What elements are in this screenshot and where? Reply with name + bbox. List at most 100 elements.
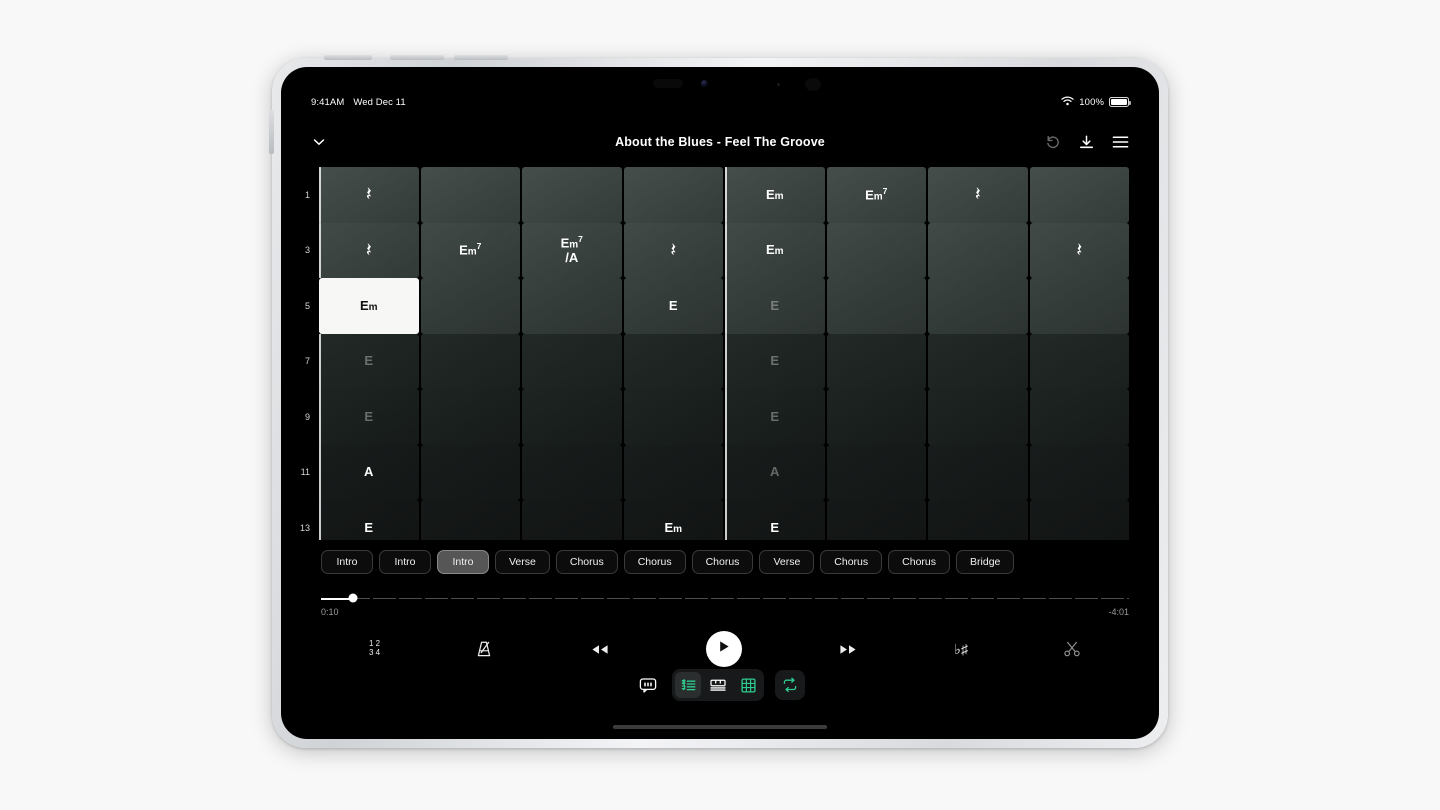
chord-cell-empty[interactable] <box>522 500 622 540</box>
section-chip[interactable]: Chorus <box>820 550 883 574</box>
chord-cell-empty[interactable] <box>928 500 1028 540</box>
chord-cell-empty[interactable] <box>1029 444 1129 500</box>
chord-cell[interactable]: 𝄽 <box>623 222 723 278</box>
chord-cell-empty[interactable] <box>928 278 1028 334</box>
download-icon[interactable] <box>1078 134 1095 151</box>
chord-cell-empty[interactable] <box>1029 500 1129 540</box>
chord-cell[interactable]: Em7 <box>826 167 926 223</box>
notation-staff-icon[interactable] <box>675 672 701 698</box>
section-chip[interactable]: Intro <box>321 550 373 574</box>
section-chip[interactable]: Verse <box>759 550 815 574</box>
rewind-icon[interactable] <box>589 642 611 657</box>
playback-scrubber[interactable]: 0:10 -4:01 <box>321 589 1129 621</box>
chord-cell-empty[interactable] <box>826 444 926 500</box>
section-chip[interactable]: Intro <box>379 550 431 574</box>
hamburger-menu-icon[interactable] <box>1112 135 1129 149</box>
count-in-icon[interactable]: 1 2 3 4 <box>369 639 380 658</box>
chord-cell[interactable]: E <box>725 389 825 445</box>
scrubber-times: 0:10 -4:01 <box>321 607 1129 617</box>
chord-cell-empty[interactable] <box>826 389 926 445</box>
chord-cell[interactable]: E <box>623 278 723 334</box>
chord-cell[interactable]: 𝄽 <box>319 222 419 278</box>
volume-down-button[interactable] <box>454 55 508 60</box>
chord-cell-empty[interactable] <box>420 278 520 334</box>
chord-cell[interactable]: E <box>725 500 825 540</box>
chord-cell[interactable]: Em <box>623 500 723 540</box>
undo-icon[interactable] <box>1045 134 1061 150</box>
chord-cell-empty[interactable] <box>1029 389 1129 445</box>
battery-percentage: 100% <box>1079 96 1104 108</box>
chord-cell-empty[interactable] <box>522 444 622 500</box>
scissors-icon[interactable] <box>1063 640 1081 658</box>
chord-cell-empty[interactable] <box>623 167 723 223</box>
section-chip[interactable]: Chorus <box>555 550 618 574</box>
chord-cell-empty[interactable] <box>928 444 1028 500</box>
chord-cell-empty[interactable] <box>1029 333 1129 389</box>
chord-cell[interactable]: E <box>319 500 419 540</box>
scrubber-handle[interactable] <box>348 593 358 603</box>
chord-cell[interactable]: 𝄽 <box>319 167 419 223</box>
chord-cell[interactable]: E <box>725 333 825 389</box>
loop-icon[interactable] <box>775 670 805 700</box>
chevron-down-icon[interactable] <box>311 134 327 150</box>
chord-cell-empty[interactable] <box>420 167 520 223</box>
section-chip[interactable]: Chorus <box>623 550 686 574</box>
chord-cell-empty[interactable] <box>1029 278 1129 334</box>
wifi-icon <box>1061 95 1074 109</box>
section-chip[interactable]: Bridge <box>956 550 1015 574</box>
chord-grid-row: 11 A A <box>281 444 1159 500</box>
chord-cell[interactable]: Em7 <box>420 222 520 278</box>
chord-cell-empty[interactable] <box>623 389 723 445</box>
chord-cell-empty[interactable] <box>826 222 926 278</box>
volume-up-button[interactable] <box>390 55 444 60</box>
chord-cell[interactable]: Em <box>725 167 825 223</box>
chord-cell-empty[interactable] <box>928 222 1028 278</box>
chord-cell-empty[interactable] <box>420 333 520 389</box>
chord-cell[interactable]: Em <box>319 278 419 334</box>
chord-grid-row-cells: AA <box>319 444 1159 500</box>
chord-cell[interactable]: E <box>319 389 419 445</box>
chord-cell-empty[interactable] <box>826 500 926 540</box>
chord-cell-empty[interactable] <box>420 500 520 540</box>
chord-cell-empty[interactable] <box>928 389 1028 445</box>
play-button[interactable] <box>706 631 743 667</box>
chord-grid-viewport: 1 𝄽 Em Em7 𝄽 3 𝄽 Em7 Em7/A 𝄽 Em 𝄽 5 Em E E 7 E E 9 E E 11 A A 13 E… <box>281 167 1159 540</box>
scrubber-track[interactable] <box>321 593 1129 603</box>
chord-cell-empty[interactable] <box>623 333 723 389</box>
chord-cell-empty[interactable] <box>826 333 926 389</box>
chord-cell-empty[interactable] <box>420 444 520 500</box>
section-chip[interactable]: Chorus <box>888 550 951 574</box>
chord-cell[interactable]: Em7/A <box>522 222 622 278</box>
chord-cell[interactable]: E <box>319 333 419 389</box>
metronome-icon[interactable] <box>475 639 494 659</box>
chord-cell-empty[interactable] <box>623 444 723 500</box>
screenshot-stage: 9:41AM Wed Dec 11 100% About the Blues -… <box>0 0 1440 810</box>
chord-cell[interactable]: 𝄽 <box>928 167 1028 223</box>
chord-cell-empty[interactable] <box>522 167 622 223</box>
lyrics-icon[interactable] <box>635 672 661 698</box>
fast-forward-icon[interactable] <box>837 642 859 657</box>
chord-cell[interactable]: 𝄽 <box>1029 222 1129 278</box>
chord-cell-empty[interactable] <box>826 278 926 334</box>
power-button[interactable] <box>324 55 372 60</box>
chord-cell-empty[interactable] <box>522 278 622 334</box>
chord-cell[interactable]: Em <box>725 222 825 278</box>
sensor-pill <box>653 79 683 88</box>
chord-cell-empty[interactable] <box>522 333 622 389</box>
chord-grid-icon[interactable] <box>735 672 761 698</box>
chord-cell[interactable]: A <box>725 444 825 500</box>
chord-cell-empty[interactable] <box>928 333 1028 389</box>
chord-cell[interactable]: A <box>319 444 419 500</box>
section-chip[interactable]: Verse <box>495 550 550 574</box>
chord-cell-empty[interactable] <box>1029 167 1129 223</box>
song-sections-bar[interactable]: Intro Intro Intro Verse Chorus Chorus Chorus Ve… <box>281 546 1159 578</box>
side-button[interactable] <box>269 110 274 154</box>
chord-cell-empty[interactable] <box>420 389 520 445</box>
piano-keyboard-icon[interactable] <box>705 672 731 698</box>
chord-cell[interactable]: E <box>725 278 825 334</box>
chord-cell-empty[interactable] <box>522 389 622 445</box>
section-chip[interactable]: Chorus <box>691 550 754 574</box>
transpose-icon[interactable]: ♭♯ <box>954 641 968 658</box>
section-chip[interactable]: Intro <box>437 550 489 574</box>
chord-grid-row: 9EE <box>281 389 1159 445</box>
